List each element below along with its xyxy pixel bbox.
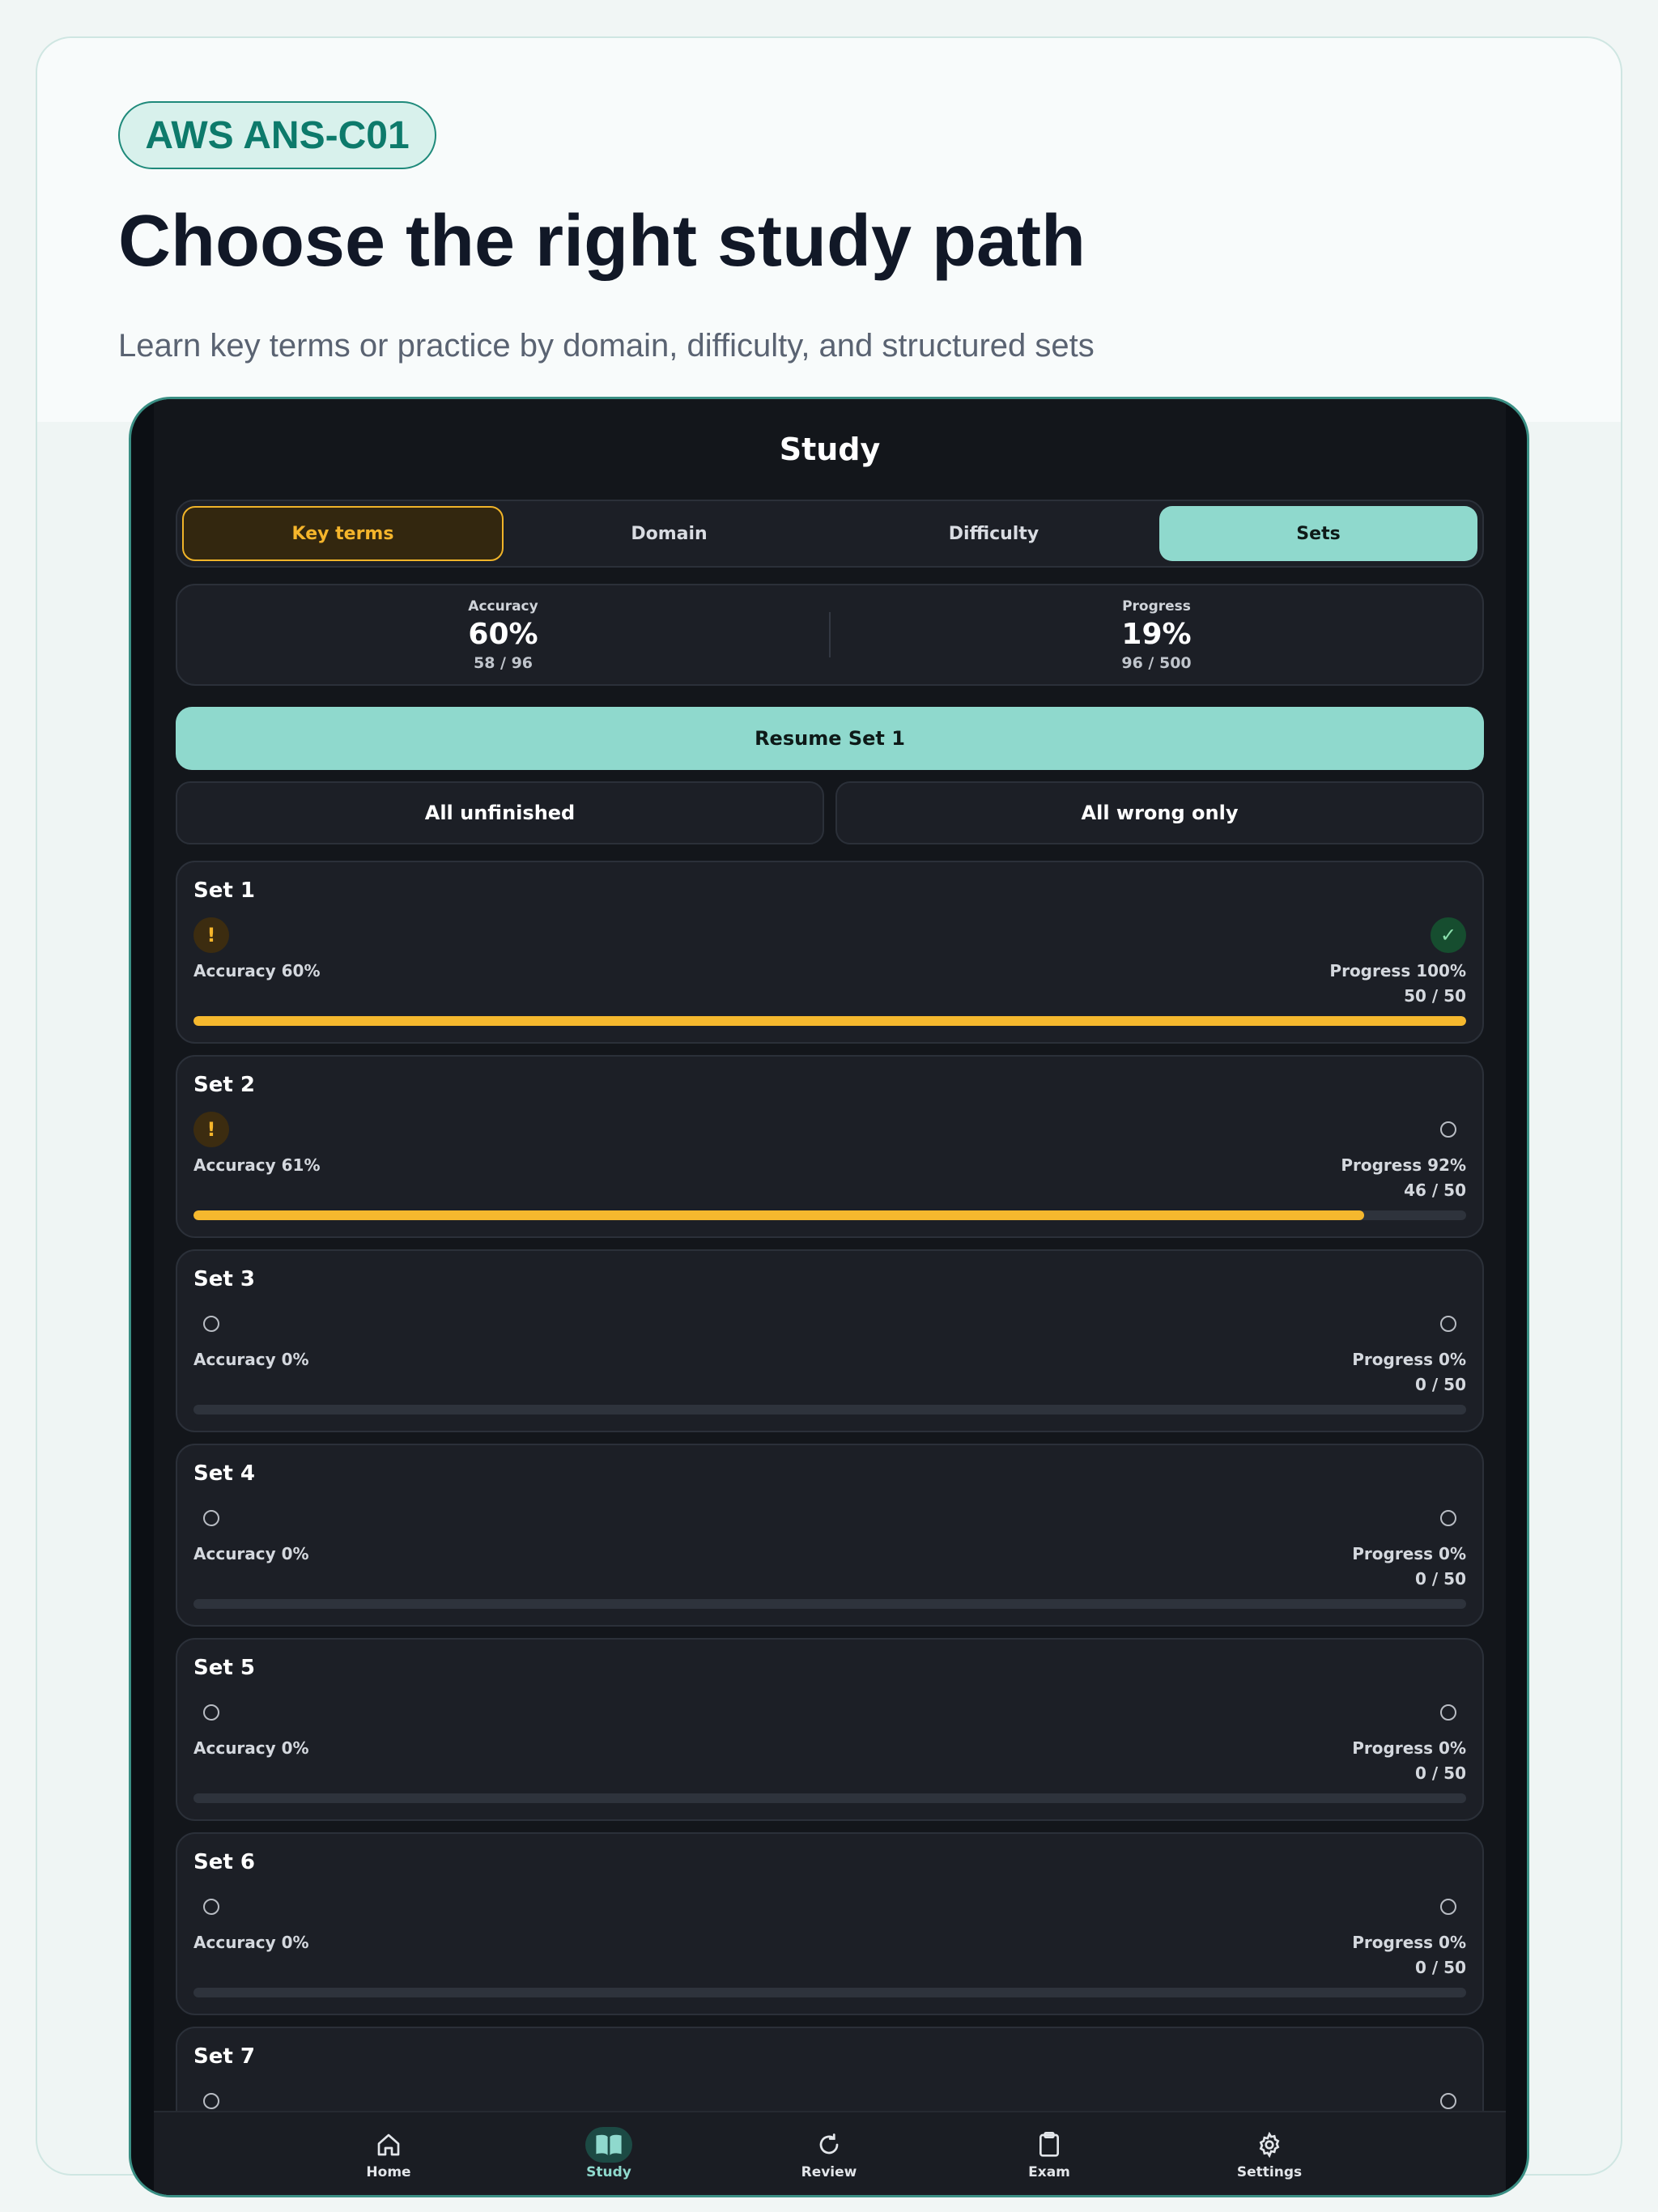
set-name: Set 3 xyxy=(193,1267,255,1291)
empty-circle-icon xyxy=(1431,1306,1466,1342)
set-accuracy: Accuracy 0% xyxy=(193,1933,309,1952)
set-progress-bar xyxy=(193,1016,1466,1026)
set-card[interactable]: Set 6 Accuracy 0% Progress 0% 0 / 50 xyxy=(176,1832,1484,2015)
filter-row: All unfinished All wrong only xyxy=(176,781,1484,844)
nav-exam[interactable]: Exam xyxy=(1001,2127,1098,2180)
set-progress: Progress 100% xyxy=(1329,961,1466,981)
empty-circle-icon xyxy=(1431,1889,1466,1925)
set-name: Set 2 xyxy=(193,1073,255,1097)
tab-key-terms[interactable]: Key terms xyxy=(182,506,504,561)
progress-stat: Progress 19% 96 / 500 xyxy=(831,598,1482,672)
set-accuracy: Accuracy 0% xyxy=(193,1350,309,1369)
empty-circle-icon xyxy=(193,1889,229,1925)
nav-exam-label: Exam xyxy=(1028,2164,1070,2180)
set-progress: Progress 92% xyxy=(1341,1155,1466,1175)
bottom-nav: Home Study Review Exam Settings xyxy=(154,2111,1506,2195)
empty-circle-icon xyxy=(193,1500,229,1536)
exam-badge: AWS ANS-C01 xyxy=(118,101,436,169)
set-name: Set 1 xyxy=(193,878,255,903)
set-accuracy: Accuracy 60% xyxy=(193,961,321,981)
all-wrong-only-button[interactable]: All wrong only xyxy=(835,781,1484,844)
set-accuracy: Accuracy 61% xyxy=(193,1155,321,1175)
nav-review[interactable]: Review xyxy=(780,2127,878,2180)
set-card[interactable]: Set 3 Accuracy 0% Progress 0% 0 / 50 xyxy=(176,1249,1484,1432)
headline: Choose the right study path xyxy=(118,201,1086,282)
page-title: Study xyxy=(779,432,881,467)
set-name: Set 4 xyxy=(193,1461,255,1486)
set-count: 0 / 50 xyxy=(1415,1958,1466,1977)
warning-icon: ! xyxy=(193,917,229,953)
accuracy-detail: 58 / 96 xyxy=(473,653,534,672)
check-icon: ✓ xyxy=(1431,917,1466,953)
clipboard-icon xyxy=(1026,2127,1073,2163)
stats-panel: Accuracy 60% 58 / 96 Progress 19% 96 / 5… xyxy=(176,584,1484,686)
resume-set-button[interactable]: Resume Set 1 xyxy=(176,707,1484,770)
set-count: 0 / 50 xyxy=(1415,1375,1466,1394)
set-card[interactable]: Set 1! ✓ Accuracy 60% Progress 100% 50 / 50 xyxy=(176,861,1484,1044)
set-count: 46 / 50 xyxy=(1404,1180,1466,1200)
progress-value: 19% xyxy=(1121,617,1192,651)
set-count: 0 / 50 xyxy=(1415,1763,1466,1783)
set-count: 50 / 50 xyxy=(1404,986,1466,1006)
set-progress-bar xyxy=(193,1405,1466,1414)
set-card[interactable]: Set 2! Accuracy 61% Progress 92% 46 / 50 xyxy=(176,1055,1484,1238)
nav-home[interactable]: Home xyxy=(340,2127,437,2180)
set-accuracy: Accuracy 0% xyxy=(193,1544,309,1563)
nav-home-label: Home xyxy=(366,2164,411,2180)
set-card[interactable]: Set 4 Accuracy 0% Progress 0% 0 / 50 xyxy=(176,1444,1484,1627)
set-name: Set 7 xyxy=(193,2044,255,2069)
gear-icon xyxy=(1246,2127,1293,2163)
tab-domain[interactable]: Domain xyxy=(510,506,828,561)
set-count: 0 / 50 xyxy=(1415,1569,1466,1589)
set-progress: Progress 0% xyxy=(1352,1738,1466,1758)
set-name: Set 6 xyxy=(193,1850,255,1874)
book-icon xyxy=(585,2127,632,2163)
set-progress-bar xyxy=(193,1793,1466,1803)
set-progress: Progress 0% xyxy=(1352,1933,1466,1952)
set-progress-bar xyxy=(193,1210,1466,1220)
set-progress: Progress 0% xyxy=(1352,1544,1466,1563)
accuracy-value: 60% xyxy=(468,617,538,651)
app-screen: Study Key terms Domain Difficulty Sets A… xyxy=(154,399,1506,2195)
set-progress-bar xyxy=(193,1599,1466,1609)
empty-circle-icon xyxy=(1431,1500,1466,1536)
study-tabs: Key terms Domain Difficulty Sets xyxy=(176,500,1484,568)
subheadline: Learn key terms or practice by domain, d… xyxy=(118,328,1095,364)
set-name: Set 5 xyxy=(193,1656,255,1680)
home-icon xyxy=(365,2127,412,2163)
accuracy-stat: Accuracy 60% 58 / 96 xyxy=(177,598,829,672)
nav-study[interactable]: Study xyxy=(560,2127,657,2180)
nav-settings-label: Settings xyxy=(1236,2164,1303,2180)
all-unfinished-button[interactable]: All unfinished xyxy=(176,781,824,844)
warning-icon: ! xyxy=(193,1112,229,1147)
empty-circle-icon xyxy=(193,1695,229,1730)
nav-settings[interactable]: Settings xyxy=(1221,2127,1318,2180)
set-progress-fill xyxy=(193,1016,1466,1026)
nav-review-label: Review xyxy=(801,2164,857,2180)
tab-sets[interactable]: Sets xyxy=(1159,506,1477,561)
progress-detail: 96 / 500 xyxy=(1121,653,1192,672)
empty-circle-icon xyxy=(193,1306,229,1342)
device-frame: Study Key terms Domain Difficulty Sets A… xyxy=(129,397,1529,2197)
refresh-icon xyxy=(806,2127,852,2163)
empty-circle-icon xyxy=(1431,1695,1466,1730)
nav-study-label: Study xyxy=(586,2164,631,2180)
progress-label: Progress xyxy=(1122,598,1191,615)
tab-difficulty[interactable]: Difficulty xyxy=(835,506,1153,561)
set-progress: Progress 0% xyxy=(1352,1350,1466,1369)
set-accuracy: Accuracy 0% xyxy=(193,1738,309,1758)
accuracy-label: Accuracy xyxy=(468,598,538,615)
set-progress-fill xyxy=(193,1210,1365,1220)
empty-circle-icon xyxy=(1431,1112,1466,1147)
set-card[interactable]: Set 5 Accuracy 0% Progress 0% 0 / 50 xyxy=(176,1638,1484,1821)
set-progress-bar xyxy=(193,1988,1466,1997)
